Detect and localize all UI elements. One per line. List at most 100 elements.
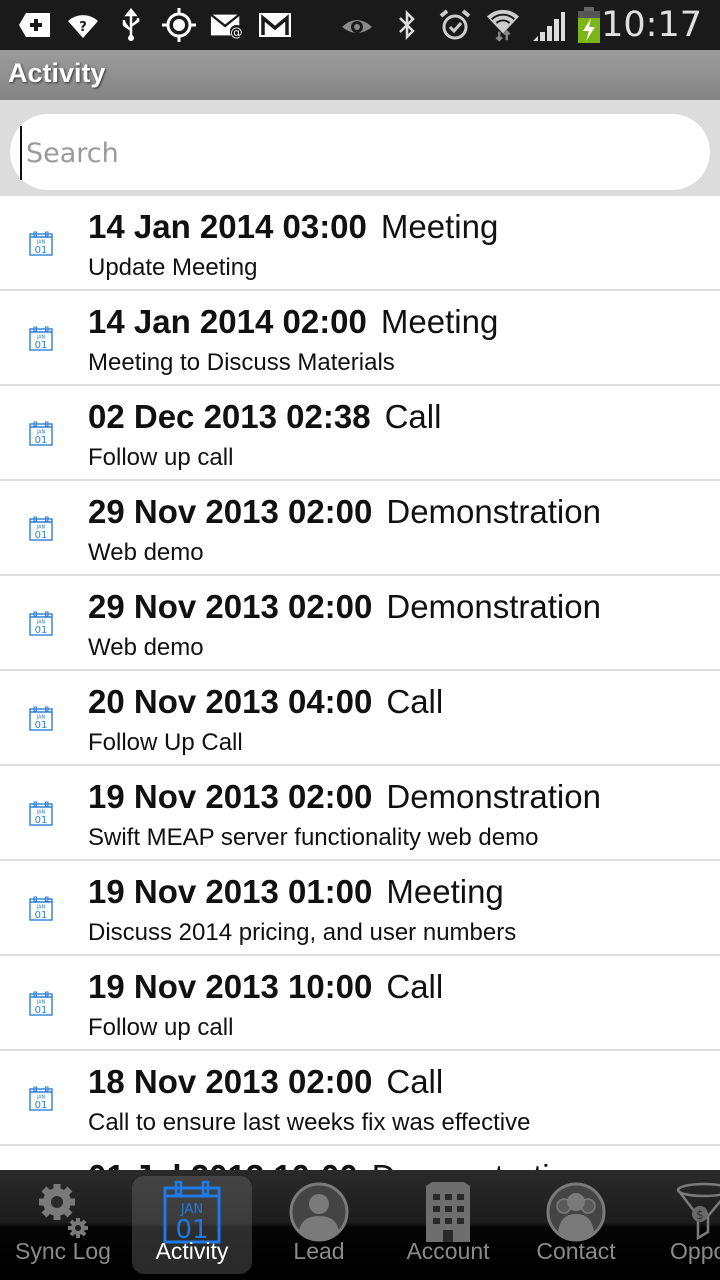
search-input[interactable] xyxy=(20,126,698,180)
svg-text:01: 01 xyxy=(35,245,48,256)
tab-account[interactable]: Account xyxy=(388,1176,508,1274)
email-icon: @ xyxy=(210,8,244,42)
activity-list-item[interactable]: JAN 01 14 Jan 2014 03:00 Meeting Update M… xyxy=(0,196,720,291)
activity-subject: Follow up call xyxy=(88,1014,234,1041)
svg-text:@: @ xyxy=(230,25,242,39)
building-icon xyxy=(416,1180,480,1244)
activity-type: Call xyxy=(386,968,444,1005)
activity-datetime: 19 Nov 2013 02:00 xyxy=(88,778,373,815)
calendar-icon: JAN 01 xyxy=(29,991,53,1016)
activity-list-item[interactable]: JAN 01 14 Jan 2014 02:00 Meeting Meeting … xyxy=(0,291,720,386)
gmail-icon xyxy=(258,8,292,42)
calendar-icon: JAN 01 xyxy=(29,611,53,636)
activity-list[interactable]: JAN 01 14 Jan 2014 03:00 Meeting Update M… xyxy=(0,196,720,1174)
alarm-icon xyxy=(438,8,472,42)
activity-type: Meeting xyxy=(380,208,499,245)
calendar-icon: JAN 01 xyxy=(29,421,53,446)
svg-text:01: 01 xyxy=(35,1100,48,1111)
activity-list-item[interactable]: JAN 01 19 Nov 2013 10:00 Call Follow up c… xyxy=(0,956,720,1051)
activity-list-item[interactable]: JAN 01 18 Nov 2013 02:00 Call Call to ens… xyxy=(0,1051,720,1146)
activity-type: Demonstration xyxy=(386,778,601,815)
svg-text:01: 01 xyxy=(35,435,48,446)
calendar-icon: JAN 01 xyxy=(29,326,53,351)
tab-label: Lead xyxy=(293,1238,345,1264)
tab-lead[interactable]: Lead xyxy=(259,1176,379,1274)
activity-heading: 14 Jan 2014 03:00 Meeting xyxy=(88,208,498,246)
gears-icon xyxy=(31,1180,95,1244)
wifi-unknown-icon: ? xyxy=(66,8,100,42)
tab-label: Activity xyxy=(155,1238,229,1264)
contacts-icon xyxy=(544,1180,608,1244)
tab-activity[interactable]: JAN 01 Activity xyxy=(132,1176,252,1274)
activity-subject: Web demo xyxy=(88,539,204,566)
status-bar: ? @ 10:17 xyxy=(0,0,720,50)
svg-text:01: 01 xyxy=(35,910,48,921)
activity-datetime: 14 Jan 2014 03:00 xyxy=(88,208,367,245)
add-notification-icon xyxy=(18,8,52,42)
calendar-icon: JAN 01 xyxy=(29,706,53,731)
svg-text:$: $ xyxy=(696,1208,704,1222)
gps-icon xyxy=(162,8,196,42)
funnel-dollar-icon: $ xyxy=(670,1180,720,1244)
activity-subject: Swift MEAP server functionality web demo xyxy=(88,824,539,851)
tab-sync-log[interactable]: Sync Log xyxy=(3,1176,123,1274)
tab-contact[interactable]: Contact xyxy=(516,1176,636,1274)
activity-type: Call xyxy=(386,683,444,720)
calendar-icon: JAN 01 xyxy=(29,516,53,541)
signal-icon xyxy=(532,8,566,42)
activity-heading: 19 Nov 2013 02:00 Demonstration xyxy=(88,778,601,816)
activity-datetime: 29 Nov 2013 02:00 xyxy=(88,588,373,625)
activity-list-item[interactable]: JAN 01 20 Nov 2013 04:00 Call Follow Up C… xyxy=(0,671,720,766)
activity-subject: Meeting to Discuss Materials xyxy=(88,349,395,376)
activity-datetime: 19 Nov 2013 01:00 xyxy=(88,873,373,910)
svg-text:01: 01 xyxy=(35,340,48,351)
search-bar xyxy=(0,100,720,196)
activity-heading: 29 Nov 2013 02:00 Demonstration xyxy=(88,588,601,626)
activity-datetime: 02 Dec 2013 02:38 xyxy=(88,398,371,435)
usb-icon xyxy=(114,8,148,42)
tab-label: Oppor xyxy=(670,1238,720,1264)
activity-type: Demonstration xyxy=(386,493,601,530)
activity-type: Call xyxy=(384,398,442,435)
activity-subject: Update Meeting xyxy=(88,254,258,281)
search-box xyxy=(10,114,710,190)
activity-subject: Web demo xyxy=(88,634,204,661)
activity-list-item[interactable]: JAN 01 19 Nov 2013 02:00 Demonstration Sw… xyxy=(0,766,720,861)
activity-datetime: 19 Nov 2013 10:00 xyxy=(88,968,373,1005)
svg-text:01: 01 xyxy=(35,1005,48,1016)
action-bar: Activity xyxy=(0,50,720,100)
activity-subject: Follow Up Call xyxy=(88,729,243,756)
activity-list-item[interactable]: JAN 01 29 Nov 2013 02:00 Demonstration We… xyxy=(0,481,720,576)
calendar-icon: JAN 01 xyxy=(160,1180,224,1245)
tab-label: Contact xyxy=(536,1238,616,1264)
activity-type: Demonstration xyxy=(386,588,601,625)
calendar-icon: JAN 01 xyxy=(29,896,53,921)
activity-heading: 20 Nov 2013 04:00 Call xyxy=(88,683,443,721)
person-icon xyxy=(287,1180,351,1244)
calendar-icon: JAN 01 xyxy=(29,231,53,256)
svg-text:01: 01 xyxy=(35,625,48,636)
activity-subject: Discuss 2014 pricing, and user numbers xyxy=(88,919,517,946)
activity-heading: 18 Nov 2013 02:00 Call xyxy=(88,1063,443,1101)
eye-icon xyxy=(340,8,374,42)
page-title: Activity xyxy=(8,58,106,88)
activity-datetime: 18 Nov 2013 02:00 xyxy=(88,1063,373,1100)
activity-list-item[interactable]: JAN 01 02 Dec 2013 02:38 Call Follow up c… xyxy=(0,386,720,481)
tab-label: Sync Log xyxy=(15,1238,111,1264)
activity-heading: 29 Nov 2013 02:00 Demonstration xyxy=(88,493,601,531)
svg-text:01: 01 xyxy=(35,720,48,731)
activity-list-item[interactable]: JAN 01 19 Nov 2013 01:00 Meeting Discuss … xyxy=(0,861,720,956)
calendar-icon: JAN 01 xyxy=(29,1086,53,1111)
activity-datetime: 20 Nov 2013 04:00 xyxy=(88,683,373,720)
bluetooth-icon xyxy=(390,8,424,42)
activity-list-item[interactable]: JAN 01 29 Nov 2013 02:00 Demonstration We… xyxy=(0,576,720,671)
tab-opportunity[interactable]: $ Oppor xyxy=(642,1176,720,1274)
activity-type: Meeting xyxy=(386,873,504,910)
activity-heading: 14 Jan 2014 02:00 Meeting xyxy=(88,303,498,341)
svg-text:01: 01 xyxy=(35,530,48,541)
calendar-icon: JAN 01 xyxy=(29,801,53,826)
status-time: 10:17 xyxy=(601,5,702,45)
tab-label: Account xyxy=(406,1238,490,1264)
svg-text:01: 01 xyxy=(35,815,48,826)
activity-type: Meeting xyxy=(380,303,499,340)
